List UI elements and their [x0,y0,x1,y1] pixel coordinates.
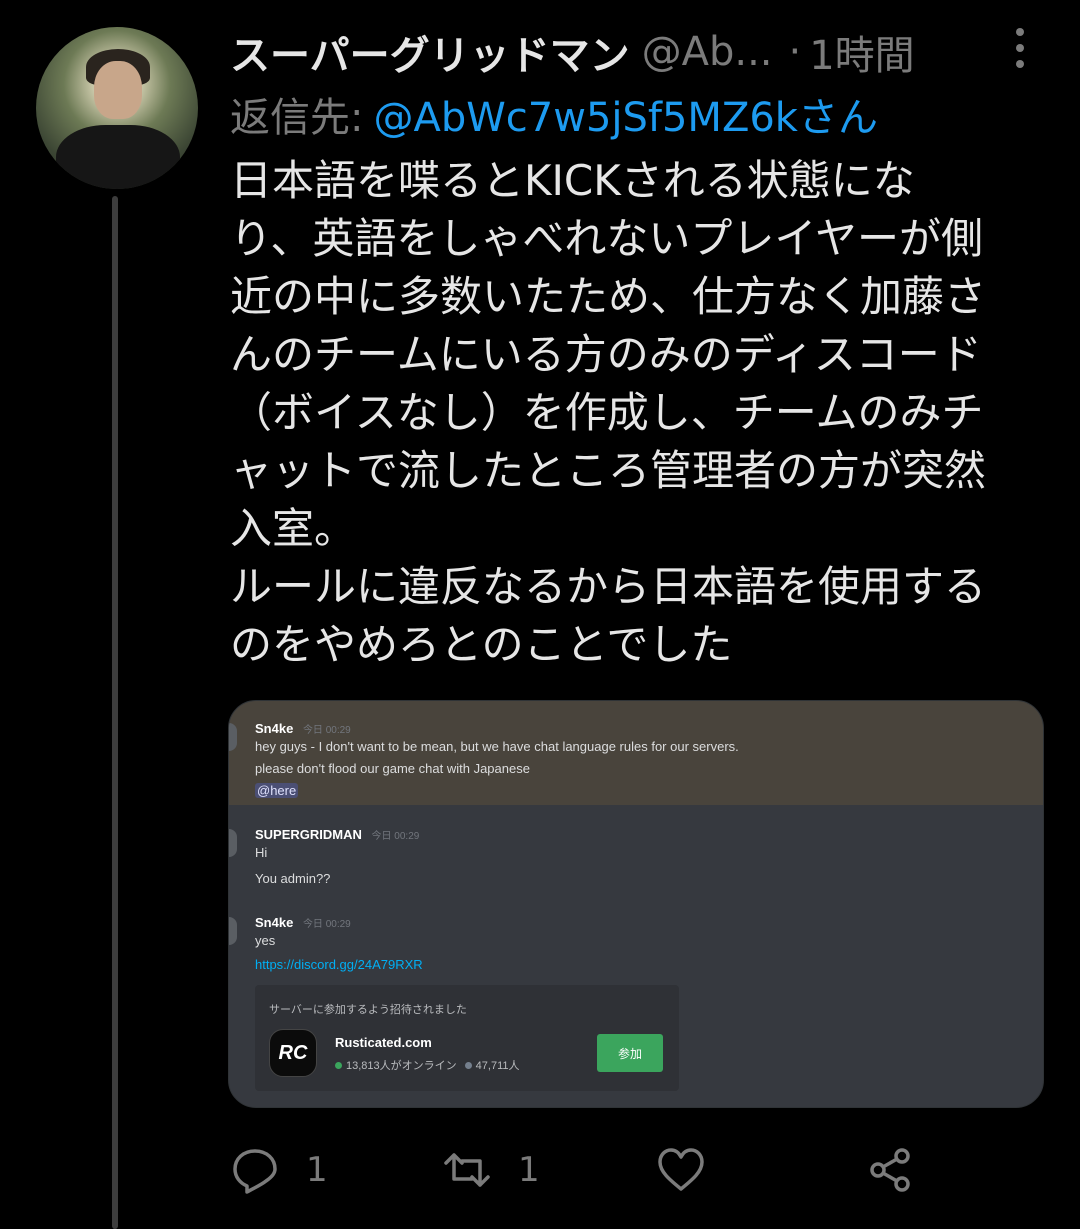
message-author: Sn4ke [255,721,294,736]
message-avatar [229,917,237,945]
tweet-text-line: ャットで流したところ管理者の方が突然 [230,446,987,495]
tweet-text-line: （ボイスなし）を作成し、チームのみチ [230,388,984,437]
message-line: You admin?? [255,871,331,886]
online-count: 13,813人がオンライン [346,1060,457,1072]
message-line: hey guys - I don't want to be mean, but … [255,739,739,754]
reply-label: 返信先: [230,95,364,141]
tweet-actions: 1 1 [230,1140,1050,1200]
discord-message: Sn4ke 今日 00:29 hey guys - I don't want t… [255,721,739,802]
discord-message: SUPERGRIDMAN 今日 00:29 Hi You admin?? [255,827,419,890]
avatar-face [94,61,142,119]
message-timestamp: 今日 00:29 [302,725,351,736]
avatar[interactable] [36,27,198,189]
tweet-text-line: り、英語をしゃべれないプレイヤーが側 [230,214,984,263]
message-author: Sn4ke [255,915,294,930]
tweet-header: スーパーグリッドマン @Ab... · 1時間 [230,22,1050,82]
retweet-count: 1 [518,1150,540,1190]
message-avatar [229,723,237,751]
message-line: please don't flood our game chat with Ja… [255,761,530,776]
server-stats: 13,813人がオンライン 47,711人 [335,1057,519,1073]
join-button: 参加 [597,1034,663,1072]
member-count: 47,711人 [475,1060,520,1072]
separator-dot: · [788,29,802,75]
tweet-text-line: 近の中に多数いたため、仕方なく加藤さ [230,272,987,321]
message-timestamp: 今日 00:29 [302,919,351,930]
tweet-text-line: ルールに違反なるから日本語を使用する [230,562,987,611]
tweet-text-line: 入室。 [230,504,357,553]
tweet-text-line: んのチームにいる方のみのディスコード [230,330,982,379]
display-name[interactable]: スーパーグリッドマン [230,23,630,81]
server-logo-text: RC [278,1041,308,1064]
user-handle[interactable]: @Ab... [642,29,773,75]
thread-line [112,196,118,1229]
retweet-button[interactable]: 1 [442,1140,540,1200]
message-header: SUPERGRIDMAN 今日 00:29 [255,827,419,842]
tweet-text-line: 日本語を喋るとKICKされる状態にな [230,156,915,205]
retweet-icon [444,1153,490,1187]
like-icon [658,1148,704,1191]
reply-count: 1 [306,1150,328,1190]
message-header: Sn4ke 今日 00:29 [255,915,423,930]
message-line: yes [255,933,276,948]
share-button[interactable] [866,1140,916,1200]
server-invite-card: サーバーに参加するよう招待されました RC Rusticated.com 13,… [255,985,679,1091]
message-line: Hi [255,845,268,860]
members-dot-icon [464,1061,472,1069]
message-timestamp: 今日 00:29 [371,831,420,842]
message-header: Sn4ke 今日 00:29 [255,721,739,736]
mention-here: @here [255,783,299,798]
message-author: SUPERGRIDMAN [255,827,362,842]
server-name: Rusticated.com [335,1035,432,1050]
invite-link: https://discord.gg/24A79RXR [255,957,423,972]
avatar-body [56,125,180,189]
reply-target-link[interactable]: @AbWc7w5jSf5MZ6kさん [373,85,877,143]
more-options-icon[interactable] [1014,28,1026,68]
share-icon [870,1148,910,1192]
tweet-text: 日本語を喋るとKICKされる状態にな り、英語をしゃべれないプレイヤーが側 近の… [230,152,1050,674]
reply-button[interactable]: 1 [230,1140,328,1200]
reply-context: 返信先: @AbWc7w5jSf5MZ6kさん [230,85,878,143]
tweet-media-image[interactable]: Sn4ke 今日 00:29 hey guys - I don't want t… [228,700,1044,1108]
discord-message: Sn4ke 今日 00:29 yes https://discord.gg/24… [255,915,423,976]
message-avatar [229,829,237,857]
tweet-text-line: のをやめろとのことでした [230,620,733,669]
tweet-time[interactable]: 1時間 [809,23,914,81]
server-logo-icon: RC [269,1029,317,1077]
like-button[interactable] [656,1140,732,1200]
online-dot-icon [335,1061,342,1069]
reply-icon [233,1149,277,1194]
invite-title: サーバーに参加するよう招待されました [269,1004,467,1016]
